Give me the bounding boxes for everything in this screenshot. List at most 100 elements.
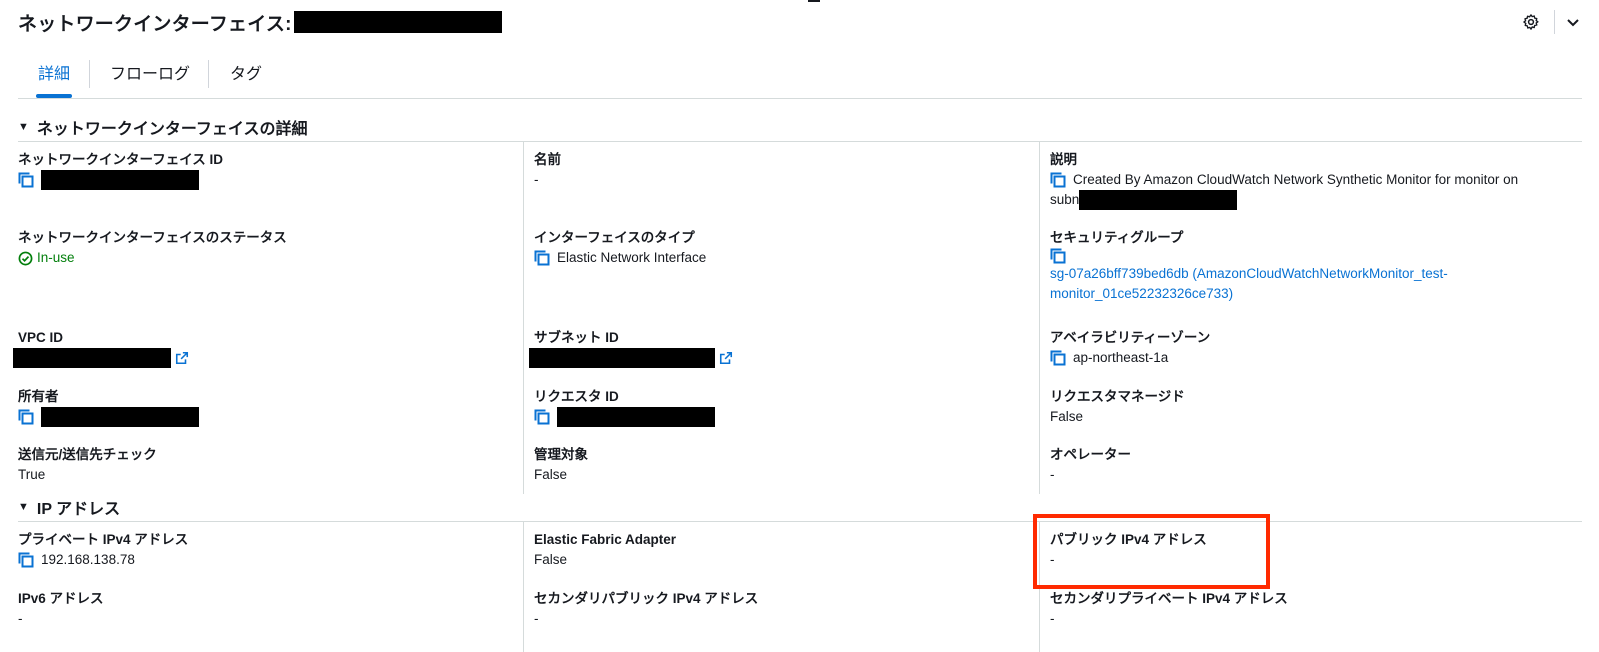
field-description: 説明 Created By Amazon CloudWatch Network … bbox=[1050, 151, 1580, 210]
section-header-eni-details[interactable]: ▼ ネットワークインターフェイスの詳細 bbox=[18, 116, 307, 138]
field-value: Created By Amazon CloudWatch Network Syn… bbox=[1073, 172, 1519, 187]
field-value: - bbox=[534, 611, 539, 626]
column-divider bbox=[523, 522, 524, 652]
copy-icon[interactable] bbox=[18, 409, 34, 425]
gear-icon[interactable] bbox=[1522, 13, 1540, 31]
field-label: VPC ID bbox=[18, 330, 64, 345]
tab-flow-logs[interactable]: フローログ bbox=[110, 56, 190, 96]
field-value: - bbox=[1050, 611, 1055, 626]
section-divider bbox=[18, 141, 1582, 142]
field-label: 説明 bbox=[1050, 152, 1077, 167]
external-link-icon[interactable] bbox=[175, 351, 189, 365]
field-value: Elastic Network Interface bbox=[557, 250, 707, 265]
tab-tags[interactable]: タグ bbox=[230, 56, 262, 96]
section-title: IP アドレス bbox=[36, 501, 121, 518]
field-eni-status: ネットワークインターフェイスのステータス In-use bbox=[18, 229, 287, 268]
tab-divider bbox=[89, 60, 90, 88]
field-ipv6: IPv6 アドレス - bbox=[18, 590, 104, 629]
caret-down-icon: ▼ bbox=[18, 121, 29, 133]
column-divider bbox=[523, 142, 524, 494]
redacted-eni-id-title bbox=[293, 11, 502, 33]
field-value: False bbox=[534, 467, 568, 482]
link-text[interactable]: monitor_01ce52232326ce733) bbox=[1050, 284, 1448, 304]
status-check-icon bbox=[18, 251, 33, 265]
page-title: ネットワークインターフェイス: bbox=[18, 13, 292, 35]
section-title: ネットワークインターフェイスの詳細 bbox=[36, 121, 308, 138]
field-label: 管理対象 bbox=[534, 447, 588, 462]
field-label: セカンダリパブリック IPv4 アドレス bbox=[534, 591, 759, 606]
field-eni-id: ネットワークインターフェイス ID bbox=[18, 151, 223, 190]
field-requester-id: リクエスタ ID bbox=[534, 388, 715, 427]
copy-icon[interactable] bbox=[1050, 172, 1066, 188]
security-group-link[interactable]: sg-07a26bff739bed6db (AmazonCloudWatchNe… bbox=[1050, 264, 1448, 304]
field-requester-managed: リクエスタマネージド False bbox=[1050, 388, 1185, 427]
field-source-dest-check: 送信元/送信先チェック True bbox=[18, 446, 157, 485]
field-label: セキュリティグループ bbox=[1050, 230, 1184, 245]
field-label: Elastic Fabric Adapter bbox=[534, 532, 677, 547]
field-value: subn bbox=[1050, 192, 1080, 207]
field-availability-zone: アベイラビリティーゾーン ap-northeast-1a bbox=[1050, 329, 1210, 368]
field-managed: 管理対象 False bbox=[534, 446, 588, 485]
external-link-icon[interactable] bbox=[719, 351, 733, 365]
redacted-value[interactable] bbox=[13, 348, 171, 368]
chevron-down-icon[interactable] bbox=[1565, 14, 1581, 30]
link-text[interactable]: sg-07a26bff739bed6db (AmazonCloudWatchNe… bbox=[1050, 264, 1448, 284]
field-value: - bbox=[534, 172, 539, 187]
redacted-value bbox=[41, 407, 199, 427]
field-label: リクエスタ ID bbox=[534, 389, 619, 404]
copy-icon[interactable] bbox=[534, 409, 550, 425]
page-header: ネットワークインターフェイス: bbox=[18, 8, 502, 36]
caret-down-icon: ▼ bbox=[18, 501, 29, 513]
field-owner: 所有者 bbox=[18, 388, 199, 427]
redacted-value bbox=[41, 170, 199, 190]
copy-icon[interactable] bbox=[1050, 248, 1066, 264]
redacted-value bbox=[1079, 190, 1238, 210]
status-badge: In-use bbox=[37, 250, 75, 265]
redacted-value bbox=[557, 407, 715, 427]
field-subnet-id: サブネット ID bbox=[529, 329, 733, 368]
field-label: 所有者 bbox=[18, 389, 59, 404]
field-value: True bbox=[18, 467, 46, 482]
field-value: ap-northeast-1a bbox=[1073, 350, 1169, 365]
field-label: 送信元/送信先チェック bbox=[18, 447, 157, 462]
field-label: リクエスタマネージド bbox=[1050, 389, 1185, 404]
field-label: サブネット ID bbox=[534, 330, 619, 345]
header-divider bbox=[1554, 10, 1555, 34]
field-value: 192.168.138.78 bbox=[41, 552, 135, 567]
field-efa: Elastic Fabric Adapter False bbox=[534, 531, 676, 570]
copy-icon[interactable] bbox=[534, 250, 550, 266]
copy-icon[interactable] bbox=[1050, 350, 1066, 366]
field-operator: オペレーター - bbox=[1050, 446, 1131, 485]
field-value: - bbox=[1050, 467, 1055, 482]
field-value: False bbox=[534, 552, 568, 567]
field-label: IPv6 アドレス bbox=[18, 591, 104, 606]
redacted-value[interactable] bbox=[529, 348, 715, 368]
field-label: アベイラビリティーゾーン bbox=[1050, 330, 1211, 345]
section-header-ip-addresses[interactable]: ▼ IP アドレス bbox=[18, 496, 120, 518]
copy-icon[interactable] bbox=[18, 552, 34, 568]
field-label: ネットワークインターフェイスのステータス bbox=[18, 230, 287, 245]
field-label: ネットワークインターフェイス ID bbox=[18, 152, 224, 167]
field-private-ipv4: プライベート IPv4 アドレス 192.168.138.78 bbox=[18, 531, 188, 570]
column-divider bbox=[1039, 142, 1040, 494]
header-actions bbox=[1522, 10, 1581, 34]
field-label: プライベート IPv4 アドレス bbox=[18, 532, 189, 547]
field-label: インターフェイスのタイプ bbox=[534, 230, 695, 245]
field-value: - bbox=[18, 611, 23, 626]
field-security-group: セキュリティグループ sg-07a26bff739bed6db (AmazonC… bbox=[1050, 229, 1448, 304]
field-vpc-id: VPC ID bbox=[13, 329, 189, 368]
red-highlight-annotation bbox=[1033, 514, 1270, 589]
field-interface-type: インターフェイスのタイプ Elastic Network Interface bbox=[534, 229, 706, 268]
field-secondary-private-ipv4: セカンダリプライベート IPv4 アドレス - bbox=[1050, 590, 1288, 629]
field-name: 名前 - bbox=[534, 151, 561, 190]
copy-icon[interactable] bbox=[18, 172, 34, 188]
tab-details[interactable]: 詳細 bbox=[35, 56, 73, 98]
tab-bar: 詳細 フローログ タグ bbox=[18, 56, 1582, 99]
field-value: False bbox=[1050, 409, 1084, 424]
field-label: 名前 bbox=[534, 152, 561, 167]
section-divider bbox=[18, 521, 1582, 522]
tab-divider bbox=[208, 60, 209, 88]
field-label: オペレーター bbox=[1050, 447, 1131, 462]
field-secondary-public-ipv4: セカンダリパブリック IPv4 アドレス - bbox=[534, 590, 758, 629]
field-label: セカンダリプライベート IPv4 アドレス bbox=[1050, 591, 1288, 606]
